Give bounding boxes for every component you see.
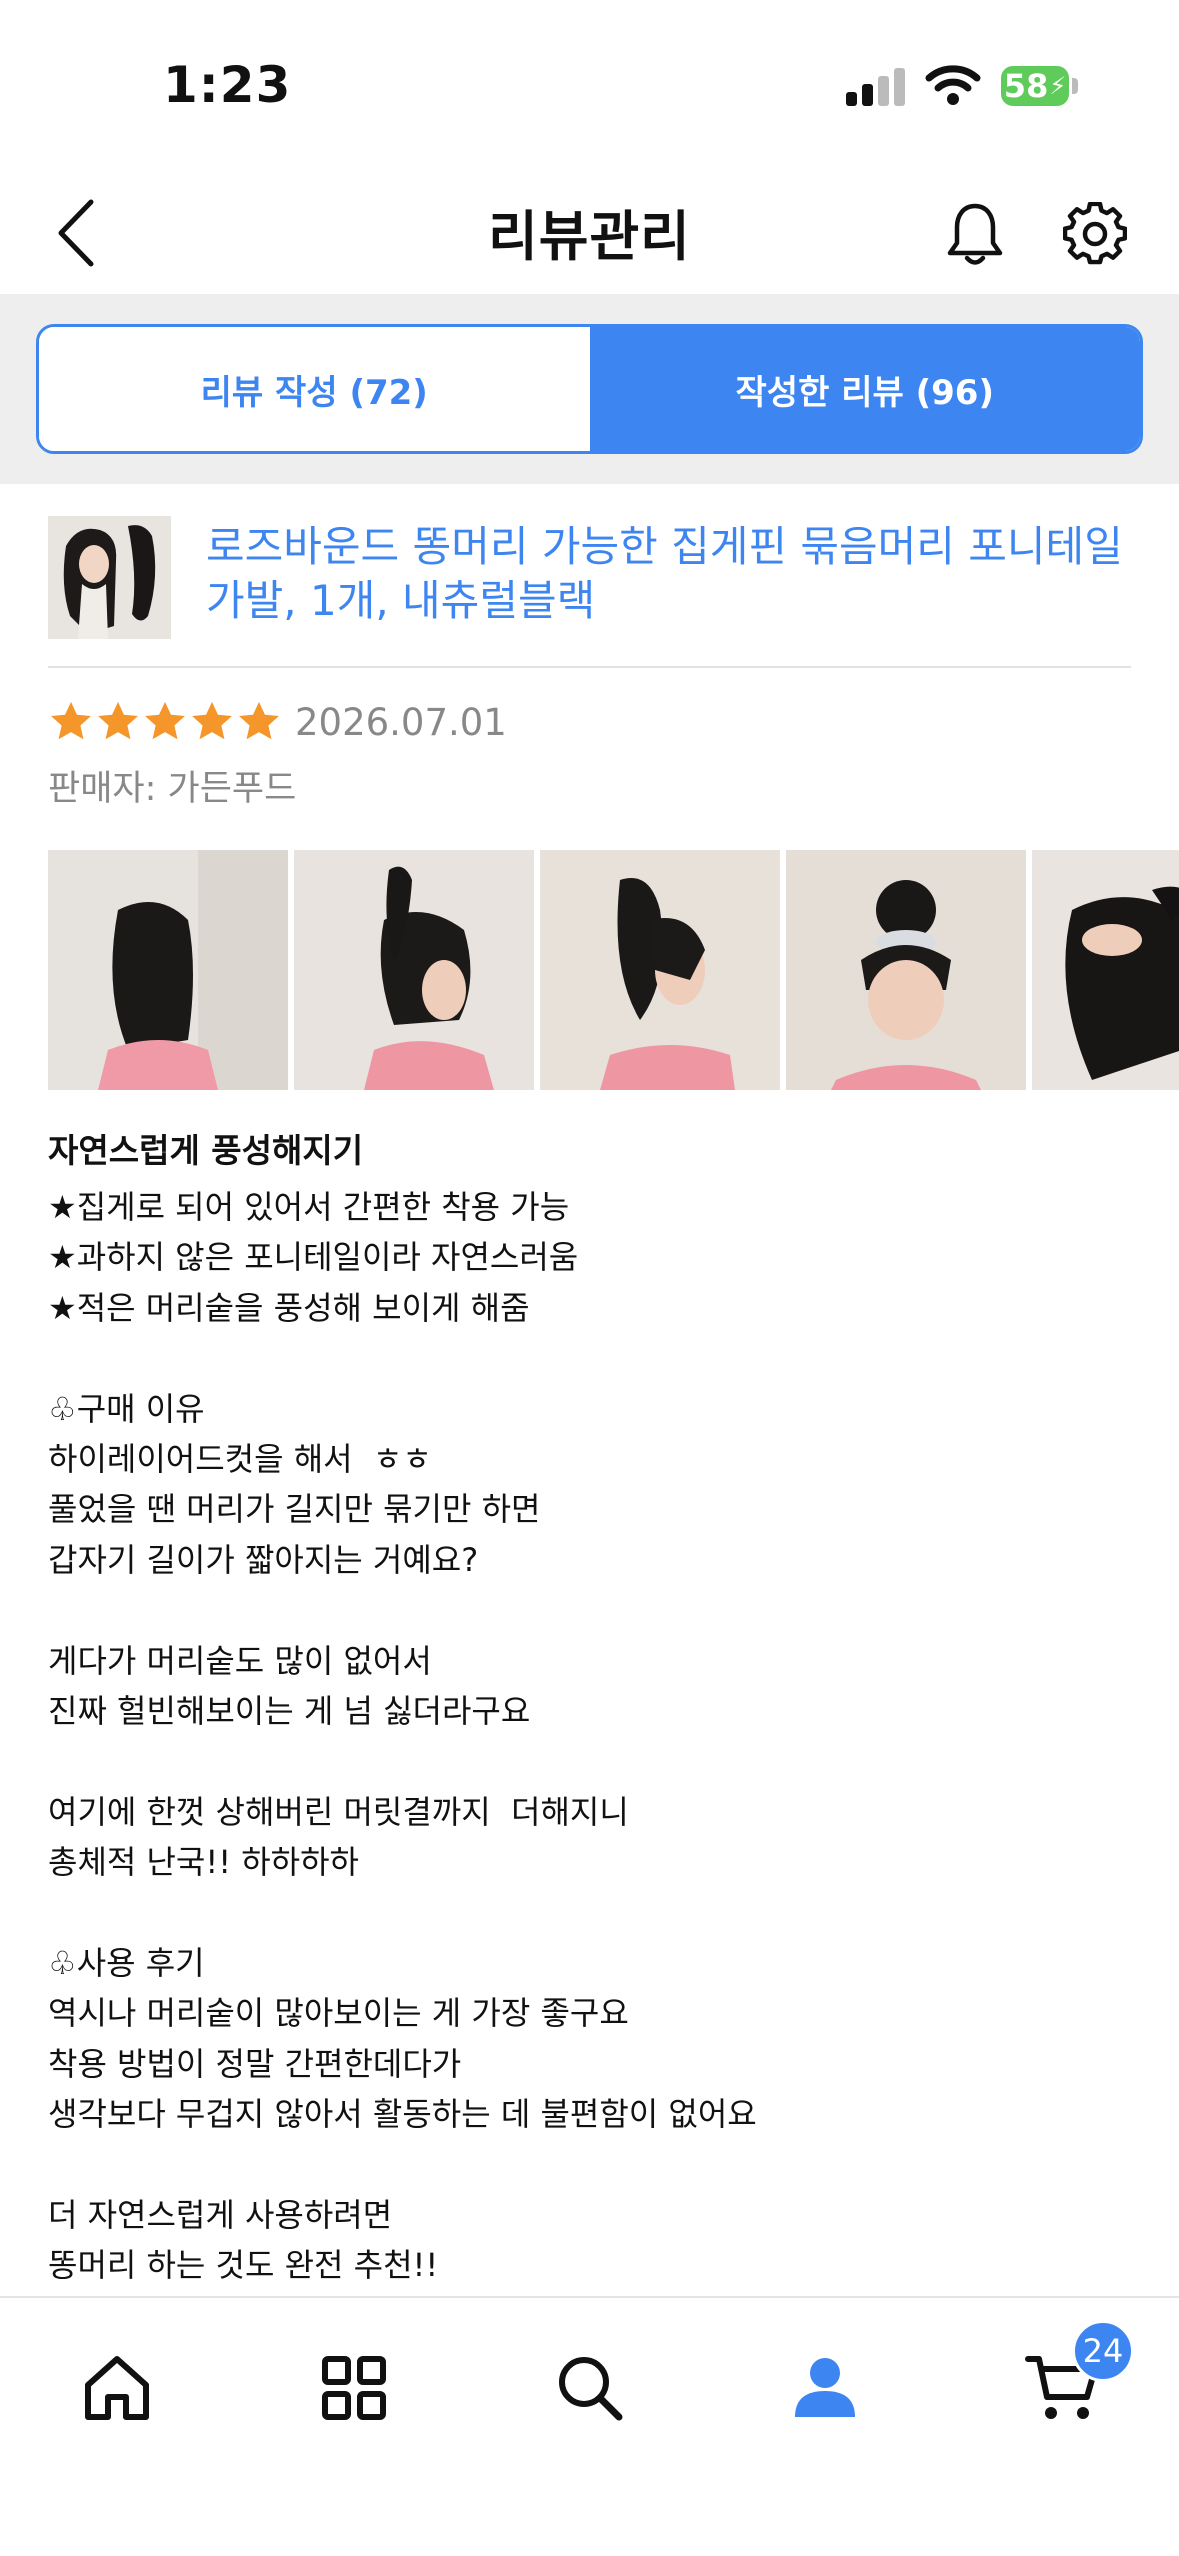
nav-home[interactable] xyxy=(57,2338,177,2438)
star-icon xyxy=(239,701,279,740)
review-photos xyxy=(48,850,1179,1090)
review-line: 게다가 머리숱도 많이 없어서 xyxy=(48,1641,432,1680)
review-line xyxy=(48,1736,1148,1786)
nav-search[interactable] xyxy=(530,2338,650,2438)
review-line: 진짜 헐빈해보이는 게 넘 싫더라구요 xyxy=(48,1691,531,1730)
review-photo[interactable] xyxy=(294,850,534,1090)
bottom-nav xyxy=(0,2296,1179,2556)
tab-write-review[interactable]: 리뷰 작성 (72) xyxy=(39,327,590,451)
review-line xyxy=(48,1333,1148,1383)
header: 리뷰관리 xyxy=(0,170,1179,294)
tab-written-reviews[interactable]: 작성한 리뷰 (96) xyxy=(589,327,1140,451)
review-line: 생각보다 무겁지 않아서 활동하는 데 불편함이 없어요 xyxy=(48,2095,757,2134)
review-line: ♧사용 후기 xyxy=(48,1943,205,1982)
review-line xyxy=(48,1585,1148,1635)
review-line: 총체적 난국!! 하하하하 xyxy=(48,1843,359,1882)
review-photo[interactable] xyxy=(48,850,288,1090)
wifi-icon xyxy=(925,62,981,110)
home-icon xyxy=(85,2356,149,2420)
status-time: 1:23 xyxy=(163,56,292,114)
review-line: ★집게로 되어 있어서 간편한 착용 가능 xyxy=(48,1188,570,1226)
battery-tip xyxy=(1072,78,1078,94)
review-photo[interactable] xyxy=(540,850,780,1090)
gear-icon xyxy=(1063,202,1127,265)
status-bar: 1:23 58 ⚡ xyxy=(0,0,1179,170)
star-icon xyxy=(145,701,185,740)
nav-categories[interactable] xyxy=(294,2338,414,2438)
review-line: ★적은 머리숱을 풍성해 보이게 해줌 xyxy=(48,1288,530,1327)
review-line: 갑자기 길이가 짧아지는 거예요? xyxy=(48,1540,479,1579)
review-line: 똥머리 하는 것도 완전 추천!! xyxy=(48,2246,439,2285)
review-date: 2026.07.01 xyxy=(295,700,507,744)
product-name[interactable]: 로즈바운드 똥머리 가능한 집게핀 묶음머리 포니테일 가발, 1개, 내츄럴블… xyxy=(206,520,1136,628)
settings-button[interactable] xyxy=(1058,194,1132,274)
nav-my-page[interactable] xyxy=(765,2338,885,2438)
search-icon xyxy=(559,2357,623,2421)
battery-level: 58 xyxy=(1003,67,1049,105)
review-title: 자연스럽게 풍성해지기 xyxy=(48,1131,364,1170)
notifications-button[interactable] xyxy=(940,194,1010,274)
person-icon xyxy=(795,2358,855,2417)
review-line: 여기에 한껏 상해버린 머릿결까지 더해지니 xyxy=(48,1792,629,1831)
grid-icon xyxy=(322,2356,386,2420)
battery-indicator: 58 ⚡ xyxy=(1001,66,1069,106)
review-body: ★집게로 되어 있어서 간편한 착용 가능 ★과하지 않은 포니테일이라 자연스… xyxy=(48,1182,1148,2291)
review-line: 역시나 머리숱이 많아보이는 게 가장 좋구요 xyxy=(48,1994,629,2033)
review-line: ★과하지 않은 포니테일이라 자연스러움 xyxy=(48,1238,579,1277)
review-photo[interactable] xyxy=(1032,850,1179,1090)
star-icon xyxy=(192,701,232,740)
review-line xyxy=(48,1887,1148,1937)
cart-count-badge: 24 xyxy=(1072,2320,1134,2382)
seller-name: 판매자: 가든푸드 xyxy=(48,769,297,809)
review-line: 풀었을 땐 머리가 길지만 묶기만 하면 xyxy=(48,1490,541,1529)
charging-bolt-icon: ⚡ xyxy=(1049,72,1067,100)
rating-row: 2026.07.01 xyxy=(48,692,507,752)
cellular-signal-icon xyxy=(846,66,906,106)
review-line xyxy=(48,2139,1148,2189)
product-row[interactable]: 로즈바운드 똥머리 가능한 집게핀 묶음머리 포니테일 가발, 1개, 내츄럴블… xyxy=(48,516,1131,666)
bell-icon xyxy=(947,203,1003,265)
review-line: 더 자연스럽게 사용하려면 xyxy=(48,2195,393,2234)
product-thumbnail[interactable] xyxy=(48,516,171,639)
star-rating xyxy=(48,699,283,745)
tab-band: 리뷰 작성 (72) 작성한 리뷰 (96) xyxy=(0,294,1179,484)
review-photo[interactable] xyxy=(786,850,1026,1090)
star-icon xyxy=(98,701,138,740)
review-line: 하이레이어드컷을 해서 ㅎㅎ xyxy=(48,1439,432,1478)
review-line: ♧구매 이유 xyxy=(48,1389,205,1428)
review-line: 착용 방법이 정말 간편한데다가 xyxy=(48,2044,462,2083)
star-icon xyxy=(51,701,91,740)
divider xyxy=(48,666,1131,668)
review-tabs: 리뷰 작성 (72) 작성한 리뷰 (96) xyxy=(36,324,1143,454)
